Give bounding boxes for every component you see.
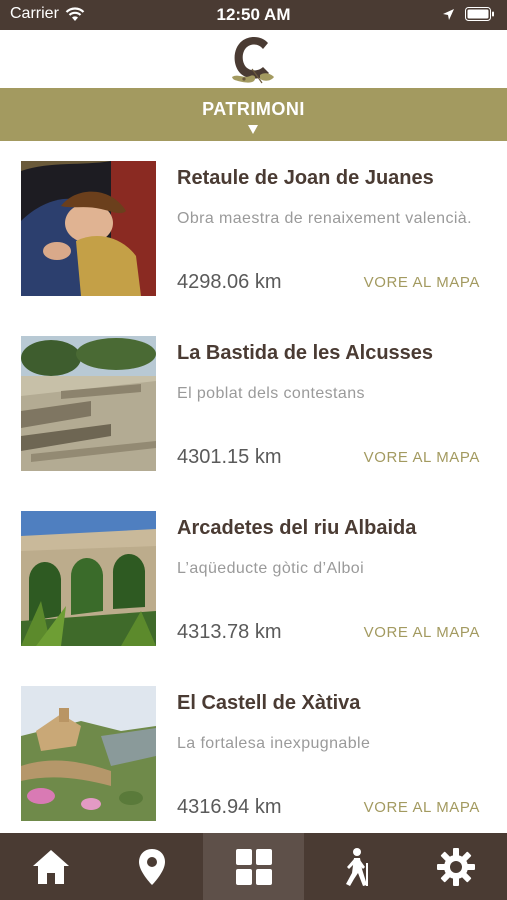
item-description: Obra maestra de renaixement valencià.: [177, 210, 472, 227]
item-distance: 4298.06 km: [177, 271, 282, 293]
view-on-map-link[interactable]: VORE AL MAPA: [364, 799, 480, 816]
section-title: PATRIMONI: [202, 99, 305, 119]
location-arrow-icon: [443, 8, 454, 20]
item-distance: 4316.94 km: [177, 796, 282, 818]
tab-bar: [0, 833, 507, 900]
item-description: La fortalesa inexpugnable: [177, 735, 371, 752]
view-on-map-link[interactable]: VORE AL MAPA: [364, 449, 480, 466]
app-logo-icon: [232, 37, 274, 84]
status-bar: Carrier 12:50 AM: [0, 0, 507, 30]
status-time: 12:50 AM: [216, 5, 291, 24]
chevron-down-icon: [248, 125, 258, 134]
hiker-icon: [345, 847, 368, 886]
gear-icon: [437, 847, 476, 886]
list-item[interactable]: La Bastida de les Alcusses El poblat del…: [0, 316, 507, 491]
list-item[interactable]: El Castell de Xàtiva La fortalesa inexpu…: [0, 666, 507, 833]
battery-icon: [465, 7, 494, 21]
grid-icon: [235, 848, 272, 885]
thumbnail-castell: [21, 686, 156, 821]
item-description: L’aqüeducte gòtic d’Alboi: [177, 560, 365, 577]
item-distance: 4301.15 km: [177, 446, 282, 468]
list-item[interactable]: Arcadetes del riu Albaida L’aqüeducte gò…: [0, 491, 507, 666]
view-on-map-link[interactable]: VORE AL MAPA: [364, 274, 480, 291]
thumbnail-bastida: [21, 336, 156, 471]
thumbnail-retaule: [21, 161, 156, 296]
tab-routes[interactable]: [304, 833, 405, 900]
item-name[interactable]: La Bastida de les Alcusses: [177, 342, 433, 365]
tab-map[interactable]: [101, 833, 202, 900]
map-pin-icon: [139, 848, 166, 885]
home-icon: [32, 849, 69, 884]
item-name[interactable]: El Castell de Xàtiva: [177, 692, 360, 715]
view-on-map-link[interactable]: VORE AL MAPA: [364, 624, 480, 641]
item-name[interactable]: Retaule de Joan de Juanes: [177, 167, 434, 190]
item-description: El poblat dels contestans: [177, 385, 365, 402]
thumbnail-arcadetes: [21, 511, 156, 646]
item-name[interactable]: Arcadetes del riu Albaida: [177, 517, 416, 540]
section-header[interactable]: PATRIMONI: [0, 88, 507, 141]
tab-settings[interactable]: [406, 833, 507, 900]
tab-home[interactable]: [0, 833, 101, 900]
list-item[interactable]: Retaule de Joan de Juanes Obra maestra d…: [0, 141, 507, 316]
logo-bar: [0, 30, 507, 88]
item-distance: 4313.78 km: [177, 621, 282, 643]
tab-categories[interactable]: [202, 833, 305, 900]
heritage-list[interactable]: Retaule de Joan de Juanes Obra maestra d…: [0, 141, 507, 833]
